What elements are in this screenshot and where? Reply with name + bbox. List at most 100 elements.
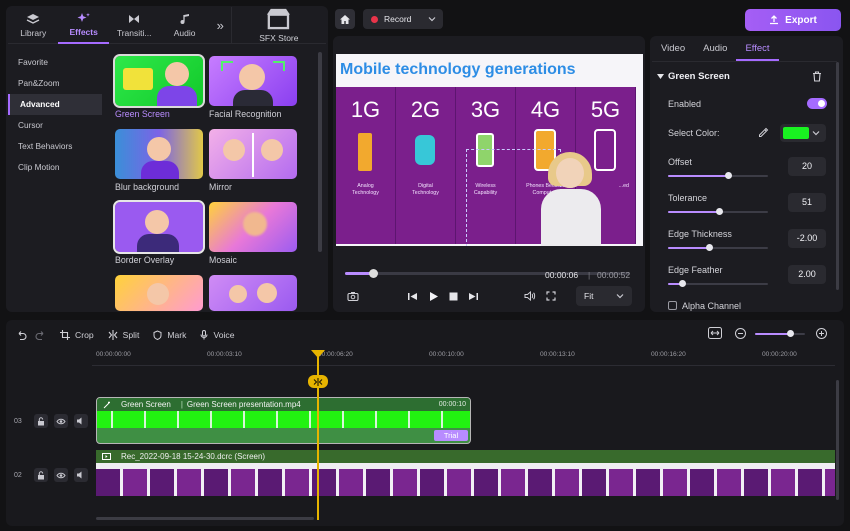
play-button[interactable] xyxy=(429,291,439,302)
green-screen-clip[interactable]: Green Screen | Green Screen presentation… xyxy=(96,397,471,444)
edge-thickness-label: Edge Thickness xyxy=(668,229,732,239)
effect-blur-background[interactable]: Blur background xyxy=(115,129,203,192)
visibility-button[interactable] xyxy=(53,468,68,482)
lock-icon xyxy=(37,470,44,479)
collapse-section-button[interactable] xyxy=(657,74,664,79)
stop-button[interactable] xyxy=(449,292,458,301)
mute-button[interactable] xyxy=(73,468,88,482)
snapshot-button[interactable] xyxy=(347,291,359,301)
clip-name: Green Screen presentation.mp4 xyxy=(186,400,301,409)
select-color-label: Select Color: xyxy=(668,128,720,138)
previous-frame-button[interactable] xyxy=(407,292,418,301)
category-text-behaviors[interactable]: Text Behaviors xyxy=(8,136,102,157)
effect-green-screen[interactable]: Green Screen xyxy=(113,54,205,119)
voice-button[interactable]: Voice xyxy=(200,329,235,340)
effect-tile-8[interactable] xyxy=(209,275,297,311)
speaker-icon xyxy=(77,417,82,425)
tab-audio-label: Audio xyxy=(173,28,196,38)
home-button[interactable] xyxy=(335,9,355,29)
tab-video[interactable]: Video xyxy=(652,38,694,61)
wand-icon xyxy=(103,401,110,408)
tab-audio[interactable]: Audio xyxy=(159,7,209,44)
effect-label: Green Screen xyxy=(115,109,170,119)
screen-recording-clip-header[interactable]: Rec_2022-09-18 15-24-30.dcrc (Screen) xyxy=(96,450,835,463)
offset-slider-knob[interactable] xyxy=(725,172,732,179)
eyedropper-button[interactable] xyxy=(758,127,769,138)
lock-icon xyxy=(37,416,44,425)
mirror-thumbnail xyxy=(209,129,297,179)
speaker-icon xyxy=(524,291,536,301)
zoom-in-button[interactable] xyxy=(816,328,827,339)
screen-recording-clip[interactable] xyxy=(96,463,835,496)
timeline-horizontal-scrollbar[interactable] xyxy=(96,517,314,520)
generation-label: 1G xyxy=(350,97,381,122)
time-ruler[interactable]: 00:00:00:00 00:00:03:10 00:00:06:20 00:0… xyxy=(92,348,835,366)
edge-thickness-slider-knob[interactable] xyxy=(706,244,713,251)
effect-facial-recognition[interactable]: Facial Recognition xyxy=(209,56,297,119)
tolerance-input[interactable]: 51 xyxy=(788,193,826,212)
lock-button[interactable] xyxy=(33,468,48,482)
ruler-label: 00:00:13:10 xyxy=(540,351,575,358)
tolerance-slider-fill xyxy=(668,211,719,213)
edge-thickness-input[interactable]: -2.00 xyxy=(788,229,826,248)
playhead-split-button[interactable] xyxy=(308,375,328,388)
presenter-face xyxy=(556,158,584,188)
category-clip-motion[interactable]: Clip Motion xyxy=(8,157,102,178)
visibility-button[interactable] xyxy=(53,414,68,428)
delete-effect-button[interactable] xyxy=(812,71,822,82)
tab-effect[interactable]: Effect xyxy=(736,38,779,61)
redo-button[interactable] xyxy=(35,330,46,340)
tab-library[interactable]: Library xyxy=(8,7,58,44)
category-cursor[interactable]: Cursor xyxy=(8,115,102,136)
category-advanced[interactable]: Advanced xyxy=(8,94,102,115)
alpha-channel-checkbox[interactable] xyxy=(668,301,677,310)
color-picker[interactable] xyxy=(780,124,826,142)
effect-mirror[interactable]: Mirror xyxy=(209,129,297,192)
fullscreen-button[interactable] xyxy=(546,291,556,301)
clip-name: Rec_2022-09-18 15-24-30.dcrc (Screen) xyxy=(121,452,266,461)
timeline-vertical-scrollbar[interactable] xyxy=(836,380,839,500)
export-button[interactable]: Export xyxy=(745,9,841,31)
tab-effects[interactable]: Effects xyxy=(58,7,109,44)
more-tabs-button[interactable]: » xyxy=(210,7,231,44)
mute-button[interactable] xyxy=(73,414,88,428)
lock-button[interactable] xyxy=(33,414,48,428)
tab-transitions-label: Transiti... xyxy=(116,28,152,38)
effect-mosaic[interactable]: Mosaic xyxy=(209,202,297,265)
record-button[interactable]: Record xyxy=(363,9,443,29)
fit-timeline-button[interactable] xyxy=(708,327,722,339)
category-favorite[interactable]: Favorite xyxy=(8,52,102,73)
effect-border-overlay[interactable]: Border Overlay xyxy=(113,200,205,265)
split-label: Split xyxy=(122,329,140,340)
properties-scrollbar[interactable] xyxy=(836,62,839,290)
zoom-slider-knob[interactable] xyxy=(787,330,794,337)
enabled-toggle[interactable] xyxy=(807,98,827,109)
playback-progress-knob[interactable] xyxy=(369,269,378,278)
tolerance-slider-knob[interactable] xyxy=(716,208,723,215)
edge-feather-slider-knob[interactable] xyxy=(679,280,686,287)
effect-label: Blur background xyxy=(115,182,180,192)
video-canvas[interactable]: Mobile technology generations 1G Analog … xyxy=(336,54,643,246)
undo-button[interactable] xyxy=(16,330,27,340)
next-frame-button[interactable] xyxy=(468,292,479,301)
effects-scrollbar[interactable] xyxy=(318,52,322,252)
clip-effect-label: Green Screen xyxy=(121,400,171,409)
sfx-store-label: SFX Store xyxy=(259,33,299,43)
edge-thickness-slider-fill xyxy=(668,247,709,249)
edge-feather-input[interactable]: 2.00 xyxy=(788,265,826,284)
tab-transitions[interactable]: Transiti... xyxy=(109,7,159,44)
track-02-header: 02 xyxy=(14,468,88,482)
effect-tile-7[interactable] xyxy=(115,275,203,311)
crop-button[interactable]: Crop xyxy=(60,329,94,340)
category-pan-zoom[interactable]: Pan&Zoom xyxy=(8,73,102,94)
tab-sfx-store[interactable]: SFX Store xyxy=(230,7,326,43)
split-button[interactable]: Split xyxy=(108,329,140,340)
mark-button[interactable]: Mark xyxy=(153,330,186,340)
fullscreen-icon xyxy=(546,291,556,301)
volume-button[interactable] xyxy=(524,291,536,301)
zoom-out-button[interactable] xyxy=(735,328,746,339)
tab-audio-props[interactable]: Audio xyxy=(694,38,736,61)
offset-input[interactable]: 20 xyxy=(788,157,826,176)
shield-icon xyxy=(153,329,162,340)
fit-dropdown[interactable]: Fit xyxy=(576,286,632,306)
